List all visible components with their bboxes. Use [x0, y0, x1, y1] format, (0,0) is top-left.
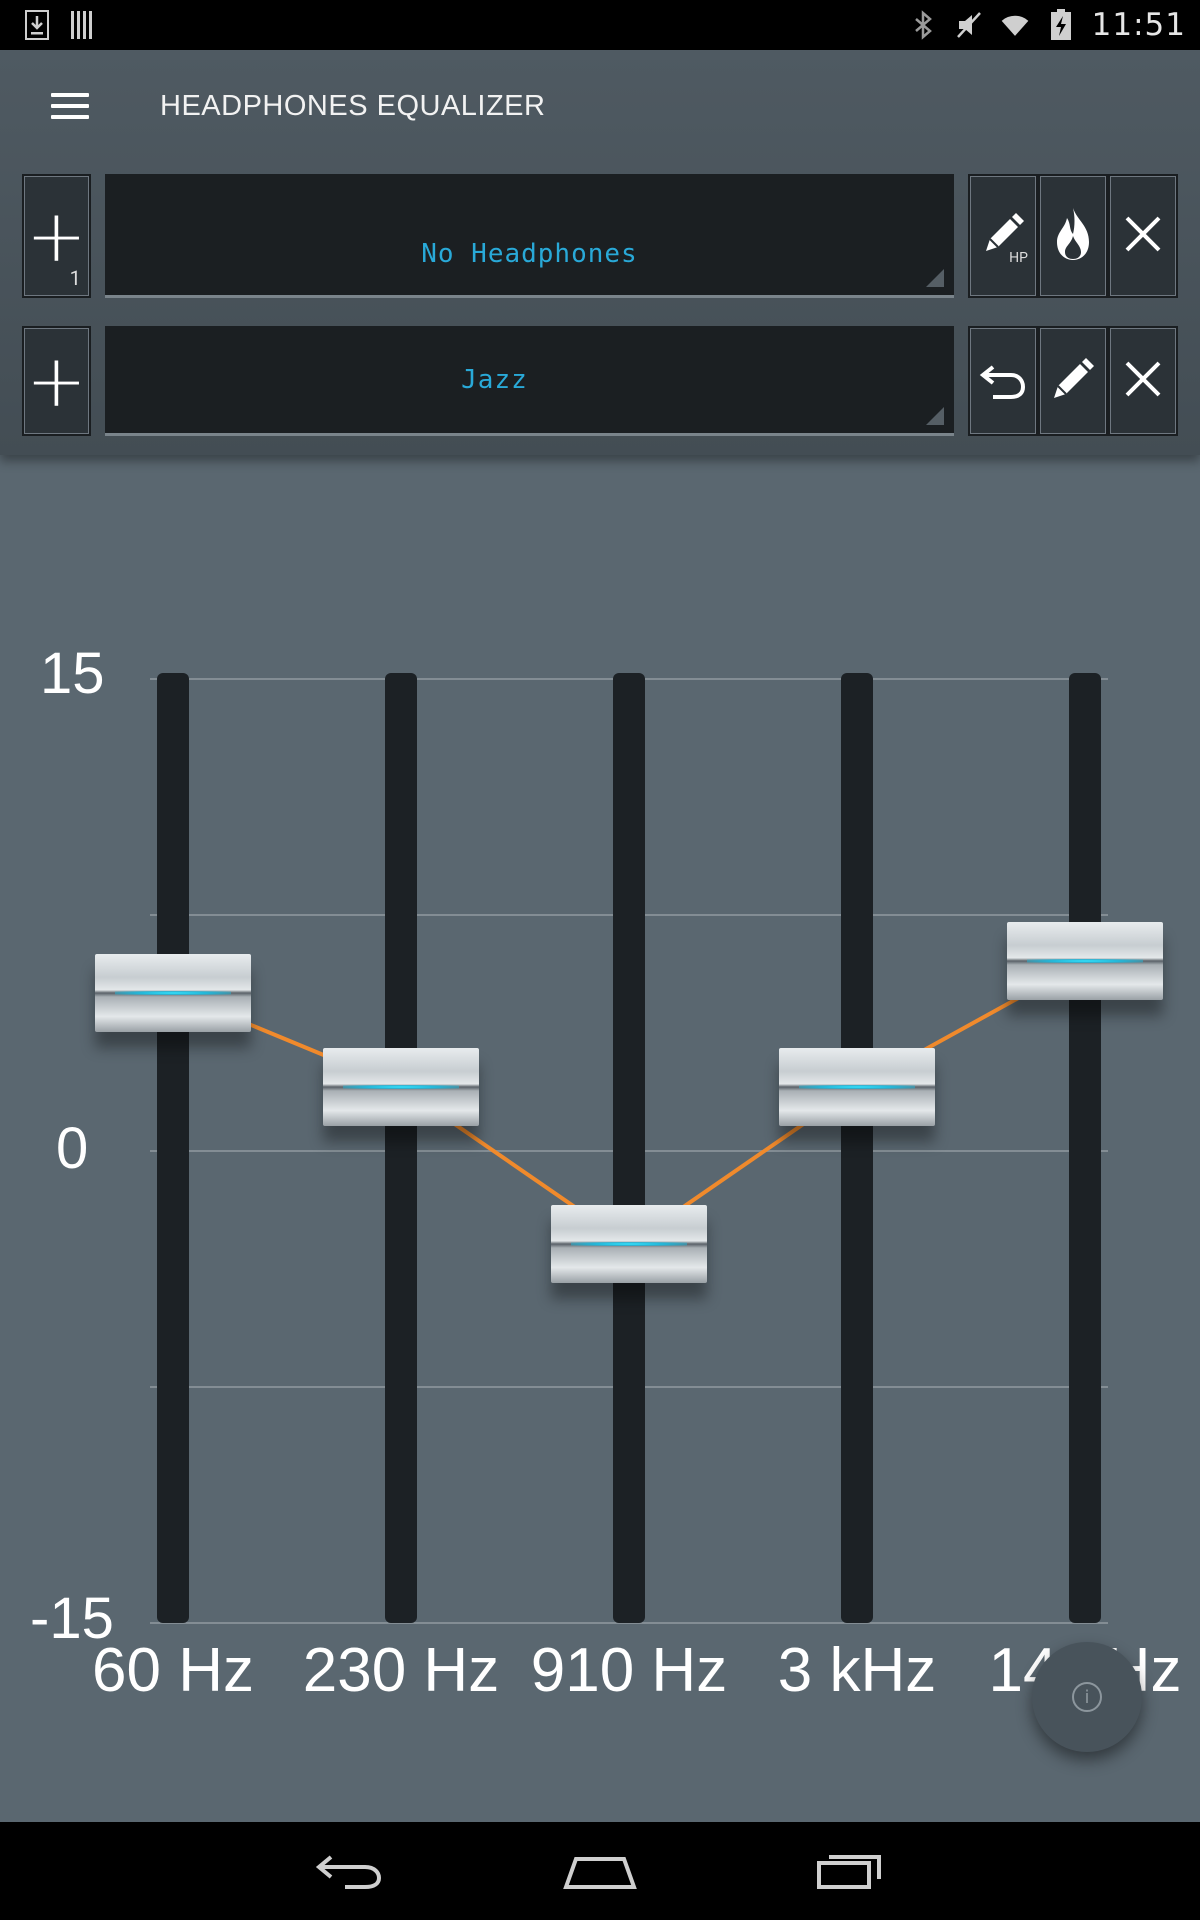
slider-knob[interactable]: [1007, 922, 1163, 1001]
battery-charging-icon: [1046, 9, 1076, 40]
eq-curve: [172, 959, 1086, 1247]
navigation-bar: [0, 1822, 1200, 1920]
bluetooth-icon: [908, 10, 938, 40]
frequency-label: 910 Hz: [530, 1636, 728, 1705]
close-icon: [1121, 212, 1165, 260]
frequency-label: 60 Hz: [92, 1636, 254, 1705]
barcode-icon: [68, 10, 98, 40]
frequency-label: 230 Hz: [302, 1636, 500, 1705]
knob-indicator: [115, 990, 231, 995]
slider-knob[interactable]: [551, 1205, 707, 1284]
headphones-row: + 1 No Headphones HP: [22, 174, 1178, 298]
headphones-count: 1: [69, 266, 81, 290]
mute-icon: [954, 10, 984, 40]
info-icon: i: [1072, 1682, 1102, 1712]
knob-indicator: [1027, 959, 1143, 964]
headphones-display: No Headphones: [421, 238, 638, 269]
wifi-icon: [1000, 10, 1030, 40]
preset-row: + Jazz: [22, 326, 1178, 436]
menu-button[interactable]: [0, 50, 140, 162]
eq-curve-line: [172, 959, 1086, 1247]
page-title: HEADPHONES EQUALIZER: [160, 89, 546, 122]
edit-headphones-button[interactable]: HP: [970, 176, 1036, 296]
back-icon: [315, 1855, 382, 1889]
home-button[interactable]: [560, 1841, 640, 1901]
remove-headphones-button[interactable]: [1110, 176, 1176, 296]
slider-knob[interactable]: [323, 1048, 479, 1127]
edit-preset-button[interactable]: [1040, 328, 1106, 434]
close-icon: [1121, 357, 1165, 405]
headphones-selector[interactable]: No Headphones: [104, 174, 954, 298]
slider-knob[interactable]: [95, 953, 251, 1032]
add-headphones-button[interactable]: + 1: [22, 174, 91, 298]
download-icon: [22, 10, 52, 40]
back-button[interactable]: [310, 1841, 390, 1901]
flame-icon: [1053, 206, 1093, 266]
undo-preset-button[interactable]: [970, 328, 1036, 434]
toolbar: HEADPHONES EQUALIZER: [0, 50, 1200, 162]
preset-tools: [968, 326, 1178, 436]
remove-preset-button[interactable]: [1110, 328, 1176, 434]
knob-indicator: [571, 1242, 687, 1247]
pencil-icon: [1048, 354, 1098, 408]
undo-icon: [979, 357, 1027, 405]
status-bar: 11:51: [0, 0, 1200, 50]
recents-button[interactable]: [810, 1841, 890, 1901]
plus-icon: +: [26, 194, 87, 278]
slider-knob[interactable]: [779, 1048, 935, 1127]
preset-display: Jazz: [461, 364, 528, 395]
boost-button[interactable]: [1040, 176, 1106, 296]
recents-icon: [817, 1855, 881, 1889]
preset-selector[interactable]: Jazz: [104, 326, 954, 436]
frequency-label: 3 kHz: [777, 1636, 937, 1705]
dropdown-corner-icon: [926, 269, 944, 287]
dropdown-corner-icon: [926, 407, 944, 425]
knob-indicator: [343, 1085, 459, 1090]
headphones-tools: HP: [968, 174, 1178, 298]
equalizer-panel: 15 0 -15 60 Hz230 Hz910 Hz3 kHz14 kHz: [0, 455, 1200, 1820]
hp-label: HP: [1009, 250, 1028, 266]
add-preset-button[interactable]: +: [22, 326, 91, 436]
home-icon: [563, 1857, 637, 1889]
hamburger-icon: [51, 86, 89, 126]
knob-indicator: [799, 1085, 915, 1090]
info-button[interactable]: i: [1032, 1642, 1142, 1752]
app-header: HEADPHONES EQUALIZER + 1 No Headphones H…: [0, 50, 1200, 455]
plus-icon: +: [26, 339, 87, 423]
status-time: 11:51: [1091, 7, 1186, 43]
